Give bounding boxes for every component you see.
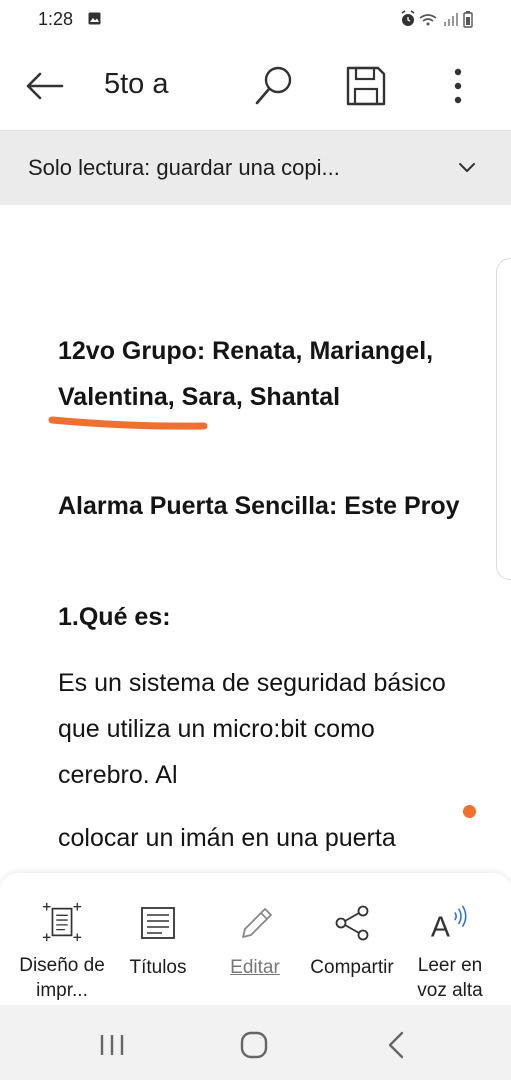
more-options-button[interactable]	[440, 62, 476, 110]
pencil-icon	[242, 908, 272, 938]
recent-apps-icon[interactable]	[92, 1025, 132, 1065]
alarm-icon	[401, 10, 415, 26]
readonly-banner[interactable]: Solo lectura: guardar una copi...	[0, 131, 511, 205]
headings-icon	[141, 907, 175, 939]
headings-button[interactable]: Títulos	[114, 873, 202, 1003]
print-layout-button[interactable]: Diseño de impr...	[10, 873, 114, 1003]
battery-icon	[463, 11, 473, 28]
status-icons	[401, 10, 473, 28]
print-layout-label: Diseño de impr...	[19, 955, 105, 1001]
status-bar: 1:28	[0, 0, 511, 40]
side-scroll-handle[interactable]	[496, 258, 511, 580]
read-aloud-label: Leer en voz alta	[417, 955, 483, 1001]
back-arrow-icon	[26, 72, 64, 100]
headings-label: Títulos	[129, 957, 187, 978]
share-button[interactable]: Compartir	[306, 873, 398, 1003]
app-bar: 5to a	[0, 40, 511, 131]
search-button[interactable]	[250, 62, 298, 110]
share-label: Compartir	[310, 957, 394, 978]
project-title-line: Alarma Puerta Sencilla: Este Proy	[58, 492, 460, 520]
home-icon[interactable]	[234, 1025, 274, 1065]
back-icon[interactable]	[378, 1025, 418, 1065]
read-aloud-button[interactable]: A Leer en voz alta	[404, 873, 496, 1003]
svg-text:A: A	[431, 911, 451, 943]
document-title: 5to a	[104, 68, 169, 100]
group-members-line: 12vo Grupo: Renata, Mariangel, Valentina…	[58, 337, 434, 411]
share-icon	[335, 905, 369, 941]
orange-ink-underline	[48, 416, 208, 430]
body-paragraph-1: Es un sistema de seguridad básico que ut…	[58, 669, 446, 789]
system-nav-bar	[0, 1005, 511, 1080]
search-icon	[255, 66, 292, 105]
readonly-banner-text: Solo lectura: guardar una copi...	[28, 155, 340, 180]
more-vert-icon	[454, 68, 462, 104]
chevron-down-icon[interactable]	[452, 153, 482, 183]
edit-button[interactable]: Editar	[212, 873, 298, 1003]
save-icon	[346, 66, 386, 106]
wifi-icon	[419, 14, 437, 26]
section-heading: 1.Qué es:	[58, 603, 171, 631]
save-button[interactable]	[342, 62, 390, 110]
notification-dot	[463, 805, 476, 818]
bottom-toolbar: Diseño de impr... Títulos Editar Compart…	[0, 873, 511, 1005]
read-aloud-icon: A	[431, 905, 467, 943]
image-icon	[88, 12, 101, 25]
signal-icon	[444, 13, 458, 26]
status-time: 1:28	[38, 9, 74, 29]
edit-label: Editar	[230, 957, 280, 978]
back-button[interactable]	[22, 64, 66, 108]
print-layout-icon	[42, 902, 82, 942]
body-paragraph-2: colocar un imán en una puerta	[58, 824, 396, 852]
